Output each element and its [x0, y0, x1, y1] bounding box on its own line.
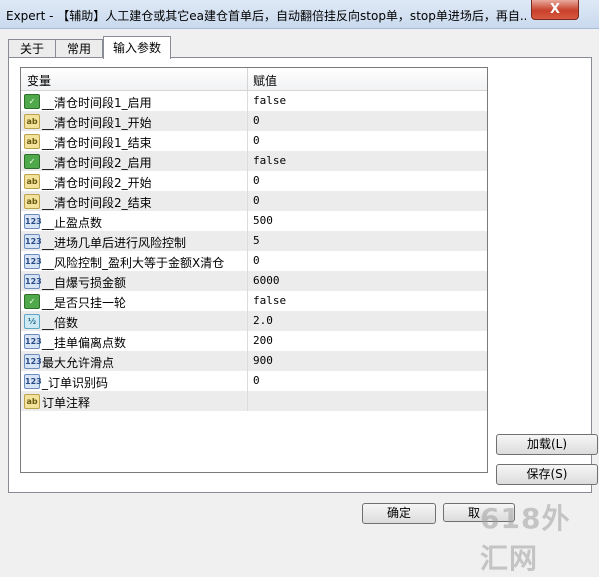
int-icon: 123	[24, 334, 42, 349]
bool-icon: ✓	[24, 154, 40, 169]
double-icon: ½	[24, 314, 40, 329]
value-cell[interactable]: false	[253, 94, 286, 107]
value-cell[interactable]: 5	[253, 234, 260, 247]
window-title: Expert - 【辅助】人工建仓或其它ea建仓首单后，自动翻倍挂反向stop单…	[6, 9, 526, 23]
variable-cell: 123 __风险控制_盈利大等于金额X清仓	[21, 251, 248, 271]
parameter-row[interactable]: ½ __倍数 2.0	[21, 311, 487, 331]
variable-cell: 123 __进场几单后进行风险控制	[21, 231, 248, 251]
value-cell[interactable]: 6000	[253, 274, 280, 287]
close-button[interactable]: X	[531, 0, 579, 20]
tab-about[interactable]: 关于	[8, 39, 56, 58]
value-cell[interactable]: 0	[253, 374, 260, 387]
value-cell[interactable]: 2.0	[253, 314, 273, 327]
ok-button[interactable]: 确定	[362, 503, 436, 524]
string-icon: ab	[24, 194, 40, 209]
tab-panel: 变量 赋值 ✓ __清仓时间段1_启用 false ab __清仓时间段1_开始 0 ab _…	[8, 57, 598, 493]
parameter-row[interactable]: 123 __止盈点数 500	[21, 211, 487, 231]
parameter-row[interactable]: ab __清仓时间段2_结束 0	[21, 191, 487, 211]
value-cell[interactable]: 0	[253, 194, 260, 207]
string-icon: ab	[24, 394, 40, 409]
variable-cell: ab __清仓时间段1_开始	[21, 111, 248, 131]
save-button[interactable]: 保存(S)	[496, 464, 598, 485]
variable-name: 最大允许滑点	[42, 356, 115, 370]
grid-header: 变量 赋值	[21, 68, 487, 91]
parameter-row[interactable]: 123 最大允许滑点 900	[21, 351, 487, 371]
variable-cell: 123 __挂单偏离点数	[21, 331, 248, 351]
value-cell[interactable]: 0	[253, 134, 260, 147]
variable-cell: ab 订单注释	[21, 391, 248, 411]
variable-cell: 123 __止盈点数	[21, 211, 248, 231]
variable-cell: ✓ __清仓时间段2_启用	[21, 151, 248, 171]
parameter-row[interactable]: 123 __挂单偏离点数 200	[21, 331, 487, 351]
variable-name: __进场几单后进行风险控制	[42, 236, 187, 250]
tab-inputs[interactable]: 输入参数	[103, 36, 171, 59]
variable-name: __是否只挂一轮	[42, 296, 127, 310]
variable-cell: ✓ __清仓时间段1_启用	[21, 91, 248, 111]
int-icon: 123	[24, 274, 42, 289]
variable-name: __清仓时间段1_开始	[42, 116, 152, 130]
variable-name: __清仓时间段2_启用	[42, 156, 152, 170]
int-icon: 123	[24, 254, 42, 269]
variable-name: __清仓时间段1_结束	[42, 136, 152, 150]
bool-icon: ✓	[24, 294, 40, 309]
bool-icon: ✓	[24, 94, 40, 109]
load-button[interactable]: 加载(L)	[496, 434, 598, 455]
value-cell[interactable]: 500	[253, 214, 273, 227]
variable-name: __风险控制_盈利大等于金额X清仓	[42, 256, 225, 270]
parameter-row[interactable]: ✓ __是否只挂一轮 false	[21, 291, 487, 311]
parameter-row[interactable]: ✓ __清仓时间段2_启用 false	[21, 151, 487, 171]
variable-cell: 123 __自爆亏损金额	[21, 271, 248, 291]
variable-cell: 123 最大允许滑点	[21, 351, 248, 371]
variable-cell: ½ __倍数	[21, 311, 248, 331]
variable-name: __自爆亏损金额	[42, 276, 127, 290]
value-cell[interactable]: 200	[253, 334, 273, 347]
string-icon: ab	[24, 134, 40, 149]
value-cell[interactable]: 900	[253, 354, 273, 367]
column-divider[interactable]	[247, 68, 248, 90]
int-icon: 123	[24, 214, 42, 229]
variable-cell: ab __清仓时间段2_结束	[21, 191, 248, 211]
variable-name: 订单注释	[42, 396, 91, 410]
int-icon: 123	[24, 354, 42, 369]
site-watermark: 618外汇网	[480, 502, 571, 575]
variable-name: __倍数	[42, 316, 79, 330]
variable-name: __止盈点数	[42, 216, 103, 230]
parameter-row[interactable]: ab 订单注释	[21, 391, 487, 411]
value-cell[interactable]: 0	[253, 174, 260, 187]
value-cell[interactable]: false	[253, 294, 286, 307]
value-cell[interactable]: 0	[253, 114, 260, 127]
parameter-row[interactable]: 123 __风险控制_盈利大等于金额X清仓 0	[21, 251, 487, 271]
variable-name: __清仓时间段1_启用	[42, 96, 152, 110]
parameter-grid: 变量 赋值 ✓ __清仓时间段1_启用 false ab __清仓时间段1_开始 0 ab _…	[20, 67, 488, 473]
parameter-row[interactable]: ab __清仓时间段1_结束 0	[21, 131, 487, 151]
parameter-row[interactable]: ab __清仓时间段1_开始 0	[21, 111, 487, 131]
parameter-row[interactable]: 123 _订单识别码 0	[21, 371, 487, 391]
value-cell[interactable]: false	[253, 154, 286, 167]
parameter-row[interactable]: 123 __进场几单后进行风险控制 5	[21, 231, 487, 251]
variable-name: _订单识别码	[42, 376, 109, 390]
parameter-row[interactable]: ab __清仓时间段2_开始 0	[21, 171, 487, 191]
title-bar: Expert - 【辅助】人工建仓或其它ea建仓首单后，自动翻倍挂反向stop单…	[0, 0, 599, 29]
variable-cell: ✓ __是否只挂一轮	[21, 291, 248, 311]
variable-cell: ab __清仓时间段1_结束	[21, 131, 248, 151]
parameter-row[interactable]: 123 __自爆亏损金额 6000	[21, 271, 487, 291]
variable-name: __清仓时间段2_结束	[42, 196, 152, 210]
column-header-variable[interactable]: 变量	[27, 72, 51, 89]
string-icon: ab	[24, 114, 40, 129]
column-header-value[interactable]: 赋值	[253, 72, 277, 89]
variable-name: __清仓时间段2_开始	[42, 176, 152, 190]
variable-name: __挂单偏离点数	[42, 336, 127, 350]
string-icon: ab	[24, 174, 40, 189]
variable-cell: 123 _订单识别码	[21, 371, 248, 391]
parameter-row[interactable]: ✓ __清仓时间段1_启用 false	[21, 91, 487, 111]
value-cell[interactable]: 0	[253, 254, 260, 267]
int-icon: 123	[24, 374, 42, 389]
variable-cell: ab __清仓时间段2_开始	[21, 171, 248, 191]
int-icon: 123	[24, 234, 42, 249]
tab-common[interactable]: 常用	[55, 39, 103, 58]
